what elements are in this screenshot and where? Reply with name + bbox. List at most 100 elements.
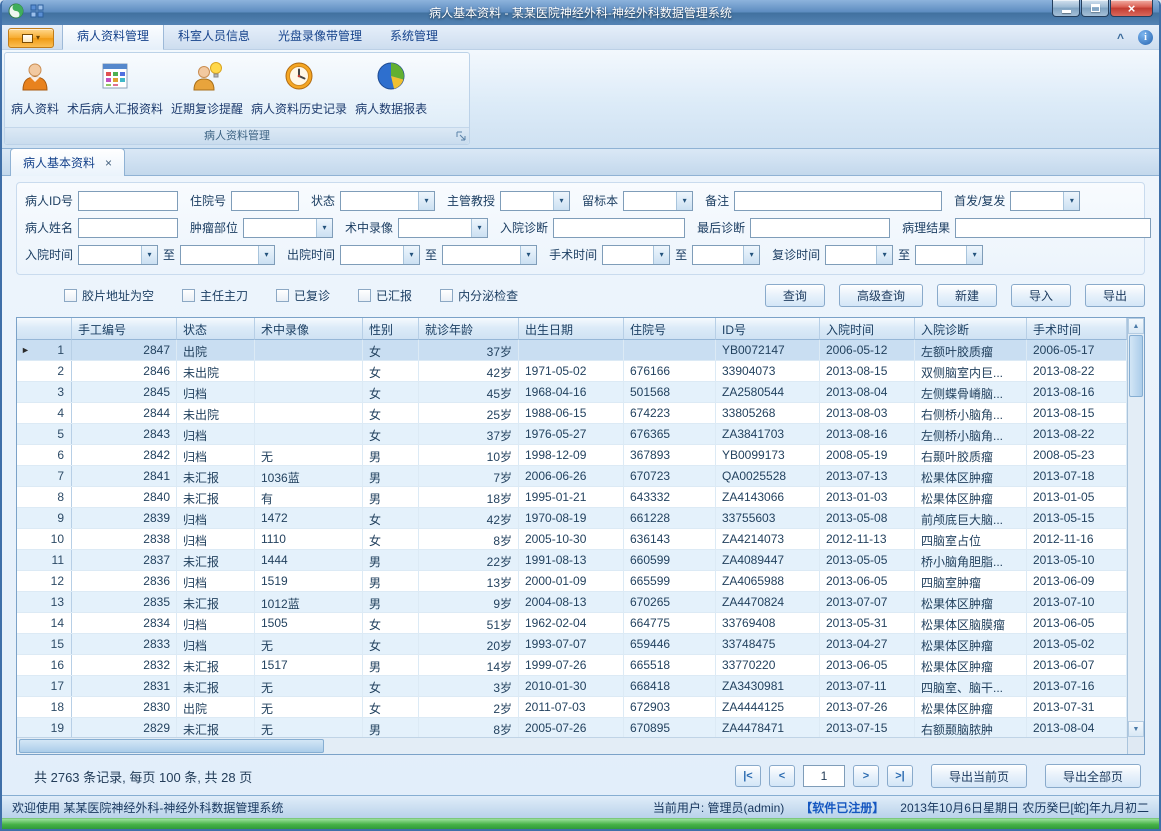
cell[interactable]: 松果体区肿瘤 [915, 466, 1027, 486]
cell[interactable]: 出院 [177, 340, 255, 360]
dropdown-arrow-icon[interactable]: ▾ [876, 246, 892, 264]
cell[interactable]: 33769408 [716, 613, 820, 633]
table-row[interactable]: 42844未出院女25岁1988-06-15674223338052682013… [17, 403, 1127, 424]
new-button[interactable]: 新建 [937, 284, 997, 307]
cell[interactable]: 无 [255, 697, 363, 717]
cell[interactable]: 双侧脑室内巨... [915, 361, 1027, 381]
data-report-button[interactable]: 病人数据报表 [351, 55, 431, 127]
export-all-pages-button[interactable]: 导出全部页 [1045, 764, 1141, 788]
cell[interactable]: YB0072147 [716, 340, 820, 360]
table-row[interactable]: 142834归档1505女51岁1962-02-0466477533769408… [17, 613, 1127, 634]
cell[interactable]: 四脑室、脑干... [915, 676, 1027, 696]
ribbon-tab-patient-management[interactable]: 病人资料管理 [62, 22, 164, 50]
prev-page-button[interactable]: < [769, 765, 795, 787]
table-row[interactable]: 182830出院无女2岁2011-07-03672903ZA4444125201… [17, 697, 1127, 718]
dropdown-arrow-icon[interactable]: ▾ [553, 192, 569, 210]
table-row[interactable]: 152833归档无女20岁1993-07-0765944633748475201… [17, 634, 1127, 655]
cell[interactable]: 674223 [624, 403, 716, 423]
cell[interactable]: 1110 [255, 529, 363, 549]
cell[interactable]: 2837 [72, 550, 177, 570]
cell[interactable]: 2010-01-30 [519, 676, 624, 696]
cell[interactable]: 1991-08-13 [519, 550, 624, 570]
cell[interactable]: 无 [255, 676, 363, 696]
cell[interactable]: 右侧桥小脑角... [915, 403, 1027, 423]
cell[interactable]: 归档 [177, 424, 255, 444]
cell[interactable]: 未出院 [177, 361, 255, 381]
cell[interactable]: 女 [363, 676, 419, 696]
cell[interactable]: 22岁 [419, 550, 519, 570]
cell[interactable]: 女 [363, 613, 419, 633]
cell[interactable]: 2831 [72, 676, 177, 696]
cell[interactable]: 2013-07-18 [1027, 466, 1127, 486]
cell[interactable]: 归档 [177, 571, 255, 591]
cell[interactable]: 2013-08-22 [1027, 424, 1127, 444]
cell[interactable]: 670895 [624, 718, 716, 737]
cell[interactable]: 37岁 [419, 424, 519, 444]
cell[interactable]: 2012-11-13 [820, 529, 915, 549]
tab-patient-basic-data[interactable]: 病人基本资料 × [10, 148, 125, 176]
cell[interactable]: 2829 [72, 718, 177, 737]
cell[interactable]: 1962-02-04 [519, 613, 624, 633]
cell[interactable]: 2013-08-22 [1027, 361, 1127, 381]
cell[interactable]: 20岁 [419, 634, 519, 654]
cell[interactable]: 无 [255, 445, 363, 465]
cell[interactable]: 2013-01-03 [820, 487, 915, 507]
checkbox-icon[interactable] [358, 289, 371, 302]
column-header[interactable]: 术中录像 [255, 318, 363, 340]
cell[interactable]: 男 [363, 718, 419, 737]
cell[interactable]: 2844 [72, 403, 177, 423]
cell[interactable]: 2008-05-19 [820, 445, 915, 465]
cell[interactable]: 男 [363, 592, 419, 612]
cell[interactable]: 1988-06-15 [519, 403, 624, 423]
app-logo-icon[interactable] [8, 3, 24, 22]
cell[interactable]: 42岁 [419, 361, 519, 381]
dropdown-arrow-icon[interactable]: ▾ [966, 246, 982, 264]
cell[interactable]: 672903 [624, 697, 716, 717]
cell[interactable]: 归档 [177, 445, 255, 465]
remark-input[interactable] [734, 191, 942, 211]
cell[interactable]: 右颞叶胶质瘤 [915, 445, 1027, 465]
dialog-launcher-icon[interactable] [455, 130, 467, 142]
patient-data-button[interactable]: 病人资料 [7, 55, 63, 127]
cell[interactable]: 2840 [72, 487, 177, 507]
minimize-button[interactable] [1052, 0, 1080, 17]
cell[interactable]: 42岁 [419, 508, 519, 528]
cell[interactable]: 3岁 [419, 676, 519, 696]
cell[interactable]: 1993-07-07 [519, 634, 624, 654]
cell[interactable]: 1968-04-16 [519, 382, 624, 402]
cell[interactable]: 2013-08-03 [820, 403, 915, 423]
cell[interactable]: 37岁 [419, 340, 519, 360]
cell[interactable]: 51岁 [419, 613, 519, 633]
cell[interactable]: 33770220 [716, 655, 820, 675]
cell[interactable]: 2006-05-12 [820, 340, 915, 360]
cell[interactable]: 2000-01-09 [519, 571, 624, 591]
cell[interactable]: YB0099173 [716, 445, 820, 465]
vertical-scrollbar-thumb[interactable] [1129, 335, 1143, 397]
cell[interactable]: 661228 [624, 508, 716, 528]
export-current-page-button[interactable]: 导出当前页 [931, 764, 1027, 788]
horizontal-scrollbar-thumb[interactable] [19, 739, 324, 753]
cell[interactable]: 2845 [72, 382, 177, 402]
cell[interactable] [624, 340, 716, 360]
cell[interactable]: 无 [255, 718, 363, 737]
cell[interactable]: 2011-07-03 [519, 697, 624, 717]
cell[interactable]: ZA2580544 [716, 382, 820, 402]
cell[interactable]: 660599 [624, 550, 716, 570]
cell[interactable]: 男 [363, 655, 419, 675]
cell[interactable]: 左侧蝶骨嵴脑... [915, 382, 1027, 402]
cell[interactable]: 2843 [72, 424, 177, 444]
table-row[interactable]: 92839归档1472女42岁1970-08-19661228337556032… [17, 508, 1127, 529]
cell[interactable]: 2013-07-15 [820, 718, 915, 737]
checkbox-reported[interactable]: 已汇报 [358, 287, 412, 304]
cell[interactable]: 2013-06-05 [1027, 613, 1127, 633]
column-header[interactable]: 手工编号 [72, 318, 177, 340]
cell[interactable]: 未出院 [177, 403, 255, 423]
cell[interactable]: 665599 [624, 571, 716, 591]
checkbox-icon[interactable] [182, 289, 195, 302]
pathology-input[interactable] [955, 218, 1151, 238]
dropdown-arrow-icon[interactable]: ▾ [676, 192, 692, 210]
cell[interactable]: 归档 [177, 613, 255, 633]
cell[interactable]: 松果体区脑膜瘤 [915, 613, 1027, 633]
cell[interactable]: 2013-07-31 [1027, 697, 1127, 717]
cell[interactable]: ZA4089447 [716, 550, 820, 570]
